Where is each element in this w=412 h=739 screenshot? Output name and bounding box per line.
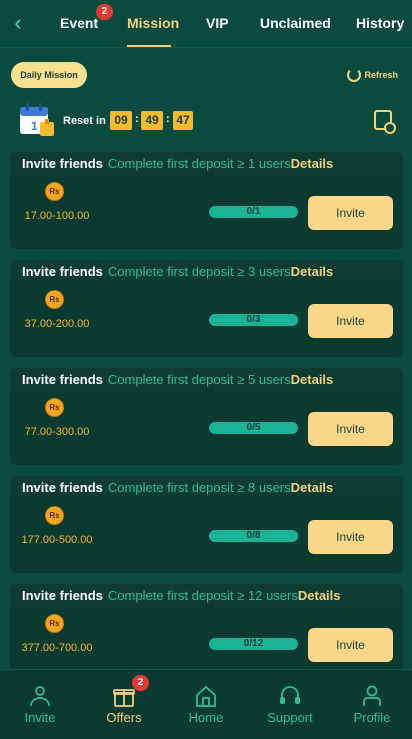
refresh-icon (347, 68, 362, 82)
bottom-nav-invite[interactable]: Invite (0, 670, 80, 739)
gift-icon (113, 689, 135, 707)
mission-progress-bar: 0/12 (209, 638, 298, 650)
back-arrow-icon[interactable]: ‹ (8, 12, 28, 36)
users-icon (30, 686, 50, 707)
reset-seconds: 47 (173, 111, 193, 130)
mission-card: Invite friends Complete first deposit ≥ 1… (10, 152, 403, 249)
reset-label: Reset in (63, 115, 106, 127)
mission-title: Invite friends (22, 371, 103, 387)
invite-button[interactable]: Invite (308, 628, 393, 662)
bottom-nav-support[interactable]: Support (250, 670, 330, 739)
invite-button[interactable]: Invite (308, 412, 393, 446)
mission-reward: 377.00-700.00 (21, 642, 93, 654)
mission-reward: 17.00-100.00 (24, 210, 90, 222)
tab-history[interactable]: History (356, 15, 404, 31)
mission-reward: 37.00-200.00 (24, 318, 90, 330)
refresh-button[interactable]: Refresh (347, 68, 398, 82)
refresh-label: Refresh (364, 70, 398, 80)
top-nav: ‹ Event 2 Mission VIP Unclaimed History (0, 0, 412, 48)
active-tab-underline (127, 45, 171, 47)
mission-details-link[interactable]: Details (291, 156, 334, 171)
rupee-coin-icon: Rs (45, 614, 64, 633)
mission-card-header: Invite friends Complete first deposit ≥ 5… (10, 368, 403, 390)
bottom-nav-profile[interactable]: Profile (332, 670, 412, 739)
mission-progress-text: 0/12 (243, 638, 264, 649)
bottom-nav-profile-label: Profile (353, 710, 391, 725)
mission-details-link[interactable]: Details (298, 588, 341, 603)
bottom-nav-home[interactable]: Home (166, 670, 246, 739)
reset-minutes: 49 (141, 111, 163, 130)
mission-card: Invite friends Complete first deposit ≥ 8… (10, 476, 403, 573)
profile-icon (363, 685, 381, 706)
rupee-coin-icon: Rs (45, 398, 64, 417)
bottom-nav-invite-label: Invite (24, 710, 56, 725)
bottom-nav-home-label: Home (188, 710, 224, 725)
mission-card-header: Invite friends Complete first deposit ≥ 8… (10, 476, 403, 498)
mission-title: Invite friends (22, 155, 103, 171)
mission-description: Complete first deposit ≥ 5 users (107, 371, 291, 387)
mission-details-link[interactable]: Details (291, 264, 334, 279)
mission-card-header: Invite friends Complete first deposit ≥ 1… (10, 584, 403, 606)
mission-card-header: Invite friends Complete first deposit ≥ 3… (10, 260, 403, 282)
bottom-nav-offers[interactable]: 2 Offers (84, 670, 164, 739)
bottom-nav-offers-label: Offers (106, 710, 142, 725)
svg-text:1: 1 (31, 119, 38, 133)
daily-mission-pill[interactable]: Daily Mission (11, 62, 87, 88)
mission-progress-bar: 0/8 (209, 530, 298, 542)
mission-card: Invite friends Complete first deposit ≥ 5… (10, 368, 403, 465)
mission-progress-text: 0/3 (246, 314, 261, 325)
rupee-coin-icon: Rs (45, 506, 64, 525)
mission-reward: 77.00-300.00 (24, 426, 90, 438)
mission-details-link[interactable]: Details (291, 480, 334, 495)
mission-description: Complete first deposit ≥ 3 users (107, 263, 291, 279)
mission-reward: 177.00-500.00 (21, 534, 93, 546)
timer-colon: : (135, 113, 139, 125)
mission-title: Invite friends (22, 263, 103, 279)
reset-hours: 09 (110, 111, 132, 130)
mission-progress-text: 0/8 (246, 530, 261, 541)
invite-button[interactable]: Invite (308, 304, 393, 338)
mission-card: Invite friends Complete first deposit ≥ 3… (10, 260, 403, 357)
mission-details-link[interactable]: Details (291, 372, 334, 387)
mission-description: Complete first deposit ≥ 1 users (107, 155, 291, 171)
invite-button[interactable]: Invite (308, 196, 393, 230)
history-icon[interactable] (374, 110, 396, 134)
calendar-icon: 1 (20, 103, 54, 136)
headset-icon (280, 686, 300, 704)
mission-title: Invite friends (22, 587, 103, 603)
tab-unclaimed[interactable]: Unclaimed (260, 15, 331, 31)
mission-description: Complete first deposit ≥ 12 users (107, 587, 298, 603)
event-badge: 2 (96, 4, 113, 20)
tab-vip[interactable]: VIP (206, 15, 229, 31)
mission-description: Complete first deposit ≥ 8 users (107, 479, 291, 495)
mission-progress-text: 0/5 (246, 422, 261, 433)
offers-badge: 2 (132, 675, 149, 691)
tab-mission[interactable]: Mission (127, 15, 179, 31)
invite-button[interactable]: Invite (308, 520, 393, 554)
mission-progress-bar: 0/1 (209, 206, 298, 218)
mission-card: Invite friends Complete first deposit ≥ 1… (10, 584, 403, 681)
timer-colon: : (166, 113, 170, 125)
mission-title: Invite friends (22, 479, 103, 495)
mission-progress-bar: 0/3 (209, 314, 298, 326)
home-icon (196, 685, 216, 707)
rupee-coin-icon: Rs (45, 290, 64, 309)
mission-progress-text: 0/1 (246, 206, 261, 217)
bottom-nav: Invite 2 Offers Home Support Profile (0, 669, 412, 739)
tab-event[interactable]: Event (60, 15, 98, 31)
mission-progress-bar: 0/5 (209, 422, 298, 434)
bottom-nav-support-label: Support (267, 710, 313, 725)
rupee-coin-icon: Rs (45, 182, 64, 201)
mission-card-header: Invite friends Complete first deposit ≥ 1… (10, 152, 403, 174)
